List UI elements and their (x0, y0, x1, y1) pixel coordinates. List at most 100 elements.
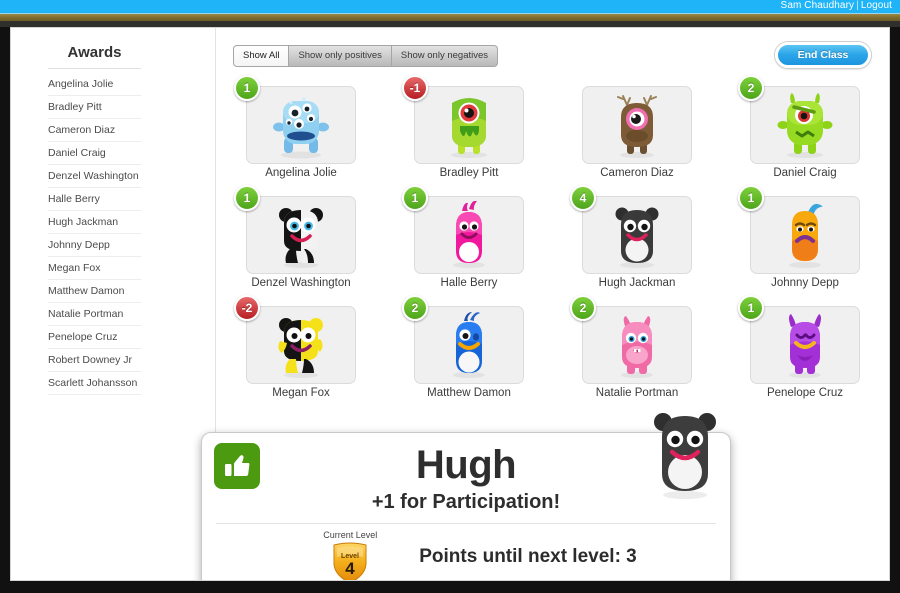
sidebar-item-daniel-craig[interactable]: Daniel Craig (48, 142, 141, 165)
student-tile[interactable]: -2 Megan Fox (217, 295, 385, 416)
page-content: Awards Angelina Jolie Bradley Pitt Camer… (11, 28, 889, 580)
student-name-label: Matthew Damon (427, 387, 511, 399)
student-name-label: Bradley Pitt (439, 167, 499, 179)
score-badge: 4 (570, 185, 596, 211)
current-level-label: Current Level (323, 530, 378, 540)
student-tile[interactable]: 2 (553, 295, 721, 416)
monster-avatar-pink-magenta (453, 201, 485, 268)
user-session-area: Sam Chaudhary | Logout (781, 0, 892, 13)
end-class-button[interactable]: End Class (775, 42, 871, 68)
logout-link[interactable]: Logout (861, 0, 892, 11)
student-name-label: Johnny Depp (771, 277, 839, 289)
student-avatar-card[interactable]: 1 (234, 185, 356, 274)
sidebar-item-hugh-jackman[interactable]: Hugh Jackman (48, 211, 141, 234)
monster-avatar-panda-black-white (279, 208, 323, 268)
thumbs-up-icon (214, 443, 260, 489)
monster-avatar-green-grumpy (777, 93, 833, 158)
monster-avatar-purple-horned (789, 314, 821, 378)
score-badge: 1 (234, 75, 260, 101)
header-separator: | (856, 0, 859, 11)
student-avatar-card[interactable]: 2 (402, 295, 524, 384)
sidebar-item-natalie-portman[interactable]: Natalie Portman (48, 303, 141, 326)
page-frame: Awards Angelina Jolie Bradley Pitt Camer… (10, 27, 890, 581)
monster-avatar-blue-penguin (453, 312, 485, 378)
student-name-label: Angelina Jolie (265, 167, 337, 179)
sidebar-item-scarlett-johansson[interactable]: Scarlett Johansson (48, 372, 141, 395)
student-tile[interactable]: Cameron Diaz (553, 86, 721, 196)
awards-title: Awards (48, 44, 141, 69)
monster-avatar-yellow-black-panda (278, 318, 323, 378)
student-name-label: Denzel Washington (251, 277, 351, 289)
sidebar-item-denzel-washington[interactable]: Denzel Washington (48, 165, 141, 188)
popup-footer: Current Level Level 4 Points until next … (202, 524, 730, 580)
sidebar-item-johnny-depp[interactable]: Johnny Depp (48, 234, 141, 257)
award-notification-popup[interactable]: Hugh +1 for Participation! Current Level (201, 413, 731, 580)
points-until-next-level: Points until next level: 3 (419, 546, 637, 567)
student-tile[interactable]: 2 (721, 75, 889, 196)
student-tile[interactable]: -1 Bradley Pitt (385, 75, 553, 196)
level-shield-badge: Level 4 (333, 542, 367, 580)
student-avatar-card[interactable]: 1 (738, 185, 860, 274)
monster-avatar-dark-penguin (615, 207, 659, 268)
student-name-label: Hugh Jackman (598, 277, 676, 289)
student-avatar-card[interactable]: -1 (402, 75, 524, 164)
score-badge: 1 (738, 185, 764, 211)
student-name-label: Natalie Portman (595, 387, 679, 399)
monster-avatar-orange-sad (789, 203, 823, 268)
student-name-label: Cameron Diaz (600, 167, 674, 179)
student-tile[interactable]: 2 Matthew Damon (385, 295, 553, 416)
score-badge: 2 (402, 295, 428, 321)
student-avatar-card[interactable] (582, 86, 692, 164)
student-grid: 1 Angelina Jolie -1 Bradley Pitt Cameron… (217, 75, 889, 416)
user-name-label: Sam Chaudhary (780, 0, 855, 11)
score-badge: 2 (570, 295, 596, 321)
monster-avatar-blue-many-eyes (273, 97, 329, 159)
student-name-label: Penelope Cruz (766, 387, 844, 399)
sidebar-item-penelope-cruz[interactable]: Penelope Cruz (48, 326, 141, 349)
popup-monster-avatar-dark-penguin (654, 413, 716, 499)
student-tile[interactable]: 1 (385, 185, 553, 306)
student-tile[interactable]: 1 (217, 185, 385, 306)
score-badge: 1 (402, 185, 428, 211)
student-name-label: Halle Berry (440, 277, 498, 289)
student-tile[interactable]: 1 (721, 185, 889, 306)
student-avatar-card[interactable]: -2 (234, 295, 356, 384)
app-root: Sam Chaudhary | Logout Awards Angelina Jol… (0, 0, 900, 593)
filter-toolbar: Show All Show only positives Show only n… (233, 45, 499, 67)
gold-accent-bar (0, 14, 900, 21)
awards-sidebar: Awards Angelina Jolie Bradley Pitt Camer… (11, 28, 216, 580)
student-tile[interactable]: 1 (721, 295, 889, 416)
filter-show-negatives[interactable]: Show only negatives (391, 45, 499, 67)
current-level-group: Current Level Level 4 (295, 529, 405, 580)
monster-avatar-green-cyclops (451, 98, 487, 158)
filter-show-positives[interactable]: Show only positives (289, 45, 392, 67)
sidebar-item-robert-downey-jr[interactable]: Robert Downey Jr (48, 349, 141, 372)
top-header-bar: Sam Chaudhary | Logout (0, 0, 900, 14)
monster-avatar-pink-furry (621, 316, 653, 378)
level-number: 4 (346, 559, 356, 578)
student-avatar-card[interactable]: 2 (570, 295, 692, 384)
sidebar-item-matthew-damon[interactable]: Matthew Damon (48, 280, 141, 303)
student-tile[interactable]: 4 Hugh Jackman (553, 185, 721, 306)
sidebar-item-megan-fox[interactable]: Megan Fox (48, 257, 141, 280)
student-avatar-card[interactable]: 2 (738, 75, 860, 164)
score-badge: 2 (738, 75, 764, 101)
sidebar-item-cameron-diaz[interactable]: Cameron Diaz (48, 119, 141, 142)
student-avatar-card[interactable]: 1 (234, 75, 356, 164)
sidebar-item-angelina-jolie[interactable]: Angelina Jolie (48, 73, 141, 96)
student-name-label: Daniel Craig (773, 167, 837, 179)
score-badge: 1 (234, 185, 260, 211)
student-avatar-card[interactable]: 1 (738, 295, 860, 384)
awards-name-list: Angelina Jolie Bradley Pitt Cameron Diaz… (48, 73, 141, 395)
filter-show-all[interactable]: Show All (233, 45, 290, 67)
student-avatar-card[interactable]: 4 (570, 185, 692, 274)
student-avatar-card[interactable]: 1 (402, 185, 524, 274)
student-tile[interactable]: 1 (217, 75, 385, 196)
monster-avatar-brown-antlers (617, 95, 657, 158)
sidebar-item-halle-berry[interactable]: Halle Berry (48, 188, 141, 211)
sidebar-item-bradley-pitt[interactable]: Bradley Pitt (48, 96, 141, 119)
score-badge: -1 (402, 75, 428, 101)
student-name-label: Megan Fox (272, 387, 330, 399)
score-badge: 1 (738, 295, 764, 321)
score-badge: -2 (234, 295, 260, 321)
